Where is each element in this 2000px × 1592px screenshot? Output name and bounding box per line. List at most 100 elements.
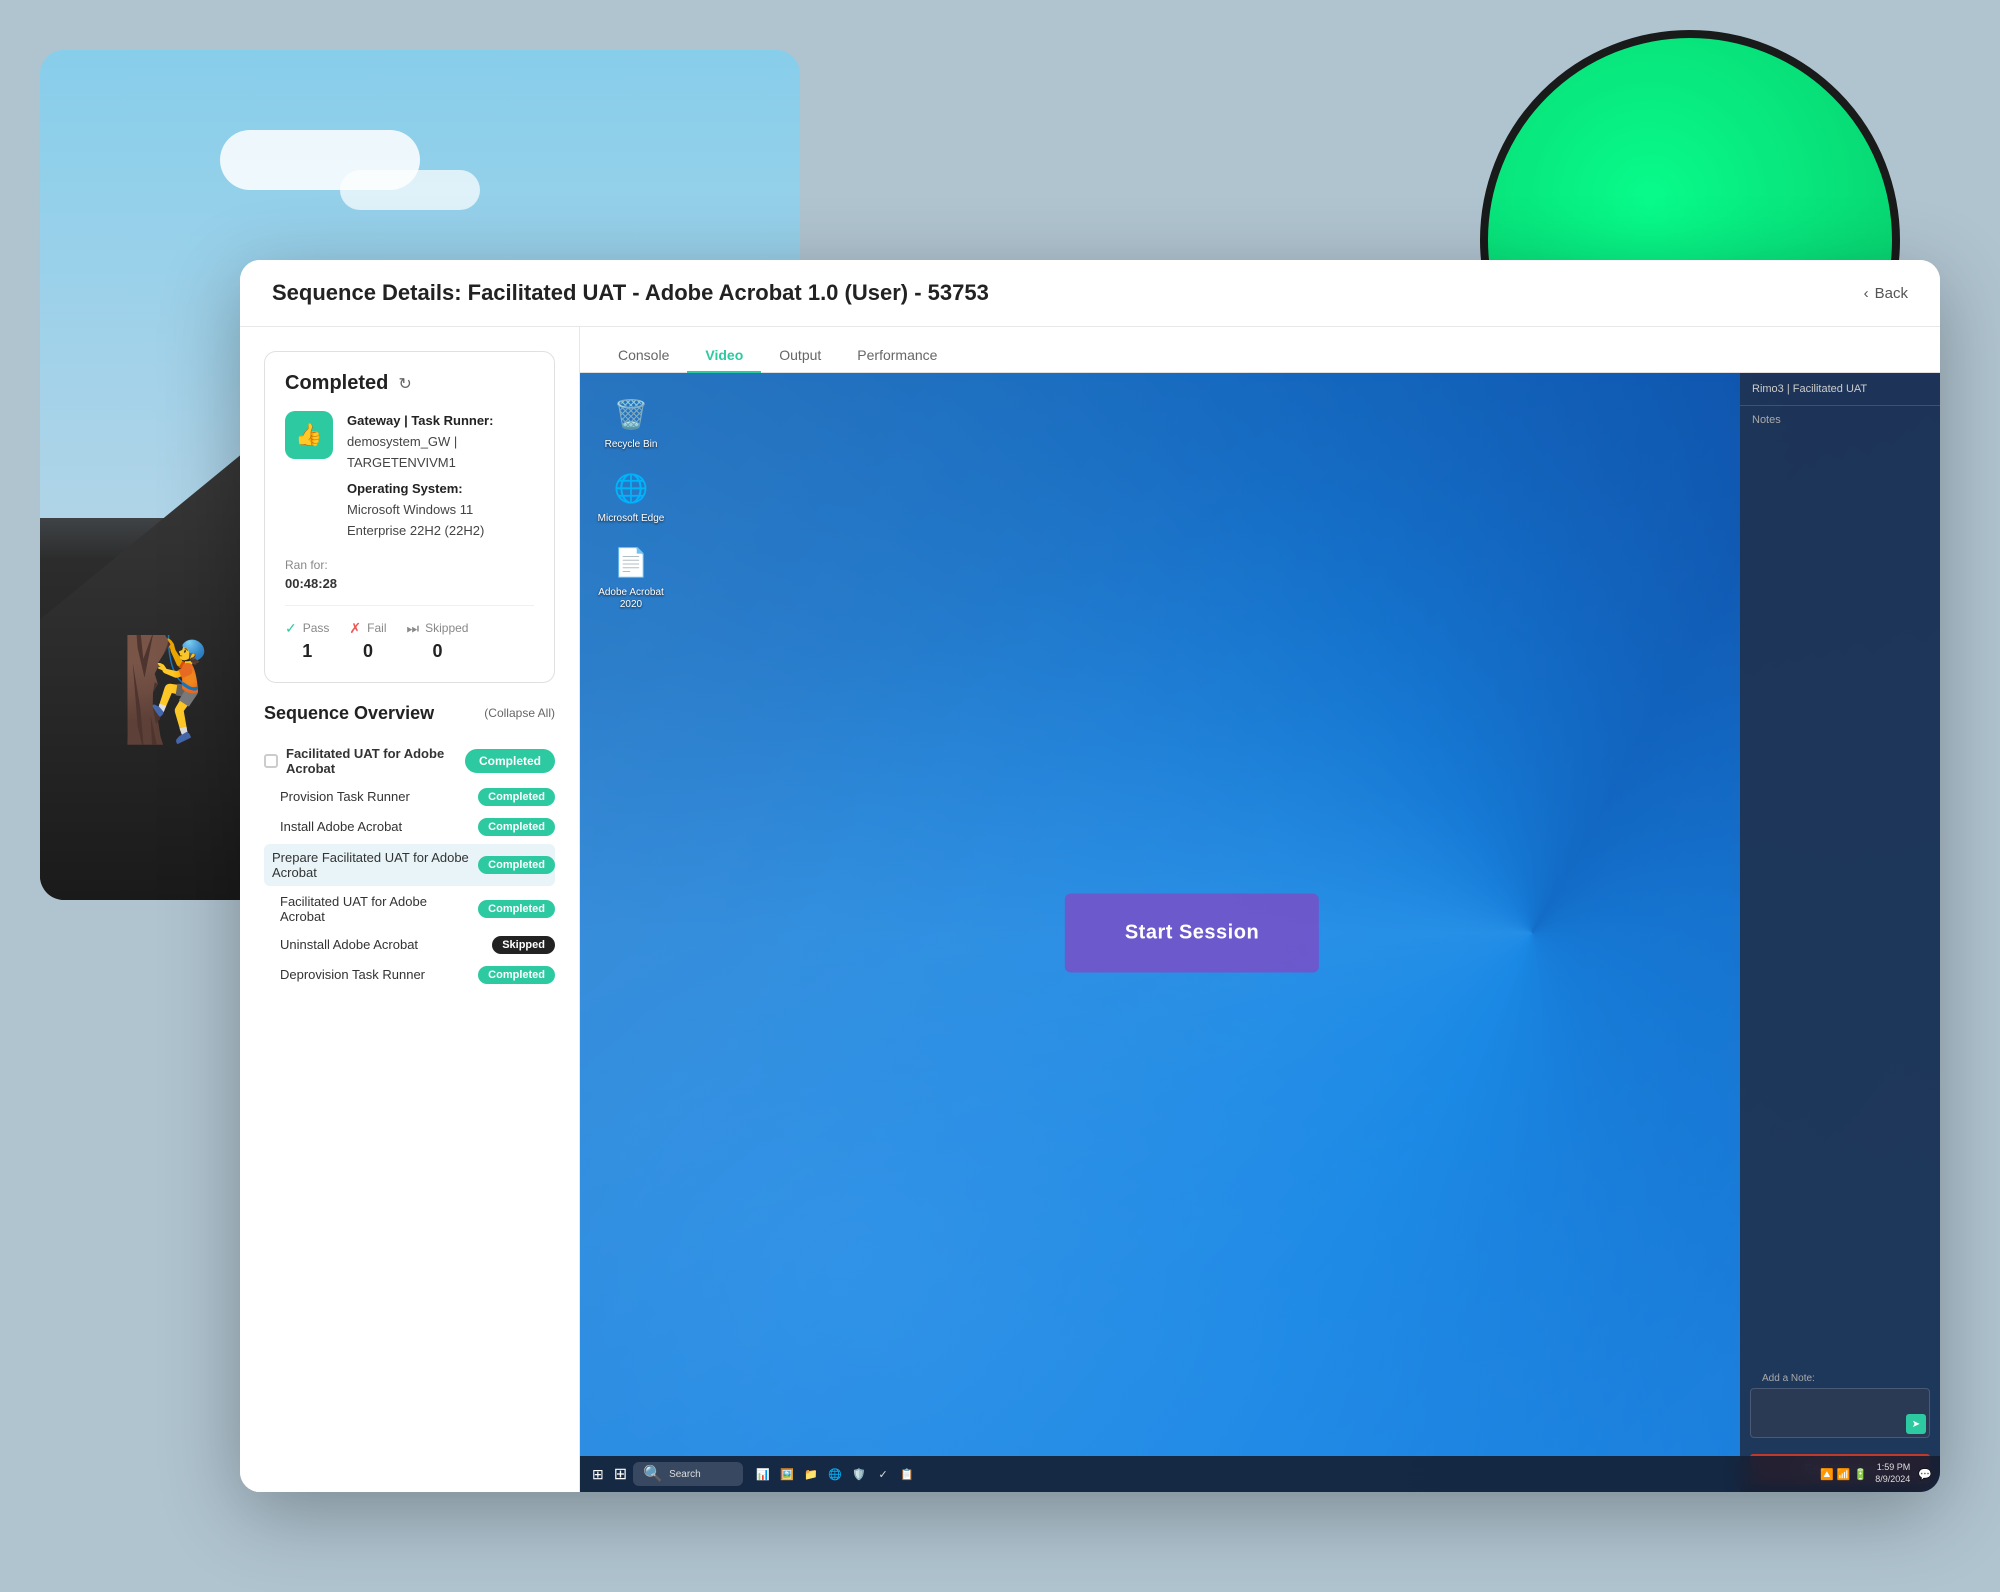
status-badge: Completed — [478, 788, 555, 806]
status-title: Completed — [285, 372, 388, 395]
edge-label: Microsoft Edge — [598, 513, 665, 525]
start-session-button[interactable]: Start Session — [1065, 893, 1319, 972]
taskbar-notification-icon[interactable]: 💬 — [1918, 1468, 1932, 1481]
taskbar-pinned-apps: 📊 🖼️ 📁 🌐 🛡️ ✓ 📋 — [753, 1464, 917, 1484]
pass-icon: ✓ — [285, 620, 297, 637]
taskbar-wifi-icon: 📶 — [1837, 1468, 1851, 1481]
thumbs-up-icon: 👍 — [285, 411, 333, 459]
taskbar-datetime: 1:59 PM 8/9/2024 — [1875, 1462, 1910, 1485]
status-header: Completed ↻ — [285, 372, 534, 395]
taskbar-app-7[interactable]: 📋 — [897, 1464, 917, 1484]
notes-label: Notes — [1740, 406, 1940, 430]
skipped-label: Skipped — [425, 621, 468, 635]
sequence-item-parent: Facilitated UAT for Adobe Acrobat Comple… — [264, 740, 555, 782]
pass-metric: ✓ Pass 1 — [285, 620, 329, 662]
tab-output[interactable]: Output — [761, 339, 839, 373]
os-label: Operating System: — [347, 481, 463, 496]
back-label: Back — [1875, 285, 1908, 302]
pass-label: Pass — [303, 621, 330, 635]
sequence-title: Sequence Overview — [264, 703, 434, 724]
taskbar-app-1[interactable]: 📊 — [753, 1464, 773, 1484]
taskbar-time-value: 1:59 PM — [1875, 1462, 1910, 1474]
right-panel: Console Video Output Performance 🗑️ — [580, 327, 1940, 1492]
taskbar-network-icon: 🔼 — [1820, 1468, 1834, 1481]
runner-label: Gateway | Task Runner: — [347, 413, 493, 428]
taskbar-app-3[interactable]: 📁 — [801, 1464, 821, 1484]
ran-for-value: 00:48:28 — [285, 576, 337, 591]
sequence-item-provision: Provision Task Runner Completed — [264, 782, 555, 812]
fail-metric: ✗ Fail 0 — [349, 620, 386, 662]
desktop-icon-adobe[interactable]: 📄 Adobe Acrobat 2020 — [596, 541, 666, 611]
status-badge: Skipped — [492, 936, 555, 954]
back-button[interactable]: ‹ Back — [1864, 285, 1908, 302]
session-panel-title: Rimo3 | Facilitated UAT — [1740, 373, 1940, 406]
runner-info: 👍 Gateway | Task Runner: demosystem_GW |… — [285, 411, 534, 542]
win11-desktop: 🗑️ Recycle Bin 🌐 Microsoft Edge 📄 Adobe … — [580, 373, 1940, 1492]
skip-icon: ⏭ — [407, 620, 420, 637]
taskbar-app-4[interactable]: 🌐 — [825, 1464, 845, 1484]
tabs-bar: Console Video Output Performance — [580, 327, 1940, 373]
tab-performance[interactable]: Performance — [839, 339, 955, 373]
sequence-item-uat: Facilitated UAT for Adobe Acrobat Comple… — [264, 888, 555, 930]
checkbox — [264, 754, 278, 768]
video-area: 🗑️ Recycle Bin 🌐 Microsoft Edge 📄 Adobe … — [580, 373, 1940, 1492]
sequence-item-uninstall: Uninstall Adobe Acrobat Skipped — [264, 930, 555, 960]
status-badge: Completed — [465, 749, 555, 773]
add-note-label: Add a Note: — [1750, 1369, 1930, 1388]
win11-taskbar: ⊞ ⊞ 🔍 Search 📊 🖼️ 📁 🌐 🛡️ ✓ — [580, 1456, 1940, 1492]
taskbar-app-2[interactable]: 🖼️ — [777, 1464, 797, 1484]
taskbar-system-icons: 🔼 📶 🔋 — [1820, 1468, 1867, 1481]
recycle-bin-icon: 🗑️ — [610, 393, 652, 435]
fail-value: 0 — [363, 641, 373, 662]
desktop-icon-recycle[interactable]: 🗑️ Recycle Bin — [596, 393, 666, 451]
recycle-bin-label: Recycle Bin — [605, 439, 658, 451]
runner-value: demosystem_GW | TARGETENVIVM1 — [347, 432, 534, 474]
taskbar-start-button[interactable]: ⊞ — [614, 1464, 627, 1484]
desktop-icons: 🗑️ Recycle Bin 🌐 Microsoft Edge 📄 Adobe … — [596, 393, 666, 611]
search-icon: 🔍 — [643, 1464, 663, 1484]
adobe-label: Adobe Acrobat 2020 — [596, 587, 666, 611]
modal-title: Sequence Details: Facilitated UAT - Adob… — [272, 280, 989, 306]
refresh-icon[interactable]: ↻ — [398, 374, 411, 394]
fail-icon: ✗ — [349, 620, 361, 637]
send-note-button[interactable]: ➤ — [1906, 1414, 1926, 1434]
sequence-item-prepare: Prepare Facilitated UAT for Adobe Acroba… — [264, 844, 555, 886]
collapse-all-link[interactable]: (Collapse All) — [484, 706, 555, 720]
sequence-overview: Sequence Overview (Collapse All) Facilit… — [264, 703, 555, 990]
runner-details: Gateway | Task Runner: demosystem_GW | T… — [347, 411, 534, 542]
status-badge: Completed — [478, 856, 555, 874]
chevron-left-icon: ‹ — [1864, 285, 1869, 302]
taskbar-date-value: 8/9/2024 — [1875, 1474, 1910, 1486]
taskbar-battery-icon: 🔋 — [1854, 1468, 1868, 1481]
adobe-icon: 📄 — [610, 541, 652, 583]
modal-header: Sequence Details: Facilitated UAT - Adob… — [240, 260, 1940, 327]
skipped-metric: ⏭ Skipped 0 — [407, 620, 469, 662]
metrics-row: ✓ Pass 1 ✗ Fail 0 ⏭ — [285, 605, 534, 662]
sequence-item-deprovision: Deprovision Task Runner Completed — [264, 960, 555, 990]
taskbar-app-6[interactable]: ✓ — [873, 1464, 893, 1484]
note-input[interactable] — [1750, 1388, 1930, 1438]
taskbar-right: 🔼 📶 🔋 1:59 PM 8/9/2024 💬 — [1820, 1462, 1932, 1485]
status-section: Completed ↻ 👍 Gateway | Task Runner: dem… — [264, 351, 555, 683]
seq-item-name: Facilitated UAT for Adobe Acrobat — [286, 746, 465, 776]
os-value: Microsoft Windows 11 Enterprise 22H2 (22… — [347, 500, 534, 542]
note-area: Add a Note: ➤ — [1740, 1361, 1940, 1446]
left-panel: Completed ↻ 👍 Gateway | Task Runner: dem… — [240, 327, 580, 1492]
session-side-panel: Rimo3 | Facilitated UAT Notes Add a Note… — [1740, 373, 1940, 1492]
status-badge: Completed — [478, 966, 555, 984]
taskbar-widgets-icon[interactable]: ⊞ — [588, 1464, 608, 1485]
tab-video[interactable]: Video — [687, 339, 761, 373]
status-badge: Completed — [478, 818, 555, 836]
main-modal: Sequence Details: Facilitated UAT - Adob… — [240, 260, 1940, 1492]
taskbar-search-label: Search — [669, 1469, 701, 1480]
modal-body: Completed ↻ 👍 Gateway | Task Runner: dem… — [240, 327, 1940, 1492]
edge-icon: 🌐 — [610, 467, 652, 509]
ran-for-label: Ran for: — [285, 558, 337, 572]
taskbar-app-5[interactable]: 🛡️ — [849, 1464, 869, 1484]
sequence-header: Sequence Overview (Collapse All) — [264, 703, 555, 724]
taskbar-search[interactable]: 🔍 Search — [633, 1462, 743, 1486]
tab-console[interactable]: Console — [600, 339, 687, 373]
fail-label: Fail — [367, 621, 386, 635]
sequence-item-install: Install Adobe Acrobat Completed — [264, 812, 555, 842]
desktop-icon-edge[interactable]: 🌐 Microsoft Edge — [596, 467, 666, 525]
